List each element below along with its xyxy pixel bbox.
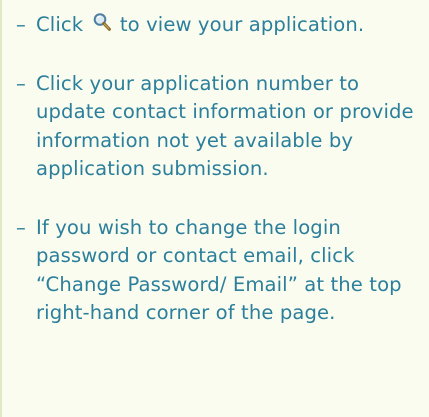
instruction-update-contact: – Click your application number to updat… xyxy=(16,70,421,184)
instructions-list: – Click to view your application. – Clic… xyxy=(16,11,421,328)
instruction-change-password: – If you wish to change the login passwo… xyxy=(16,214,421,328)
instruction-view-application: – Click to view your application. xyxy=(16,11,421,40)
magnifier-icon xyxy=(92,12,112,32)
instructions-panel: – Click to view your application. – Clic… xyxy=(0,0,427,417)
list-bullet: – xyxy=(16,13,26,36)
instruction-text-before-icon: Click xyxy=(36,13,84,36)
list-bullet: – xyxy=(16,215,26,239)
instruction-text-after-icon: to view your application. xyxy=(119,13,365,36)
list-bullet: – xyxy=(16,71,26,95)
instruction-text: Click your application number to update … xyxy=(36,71,414,181)
instruction-text: If you wish to change the login password… xyxy=(36,215,402,325)
